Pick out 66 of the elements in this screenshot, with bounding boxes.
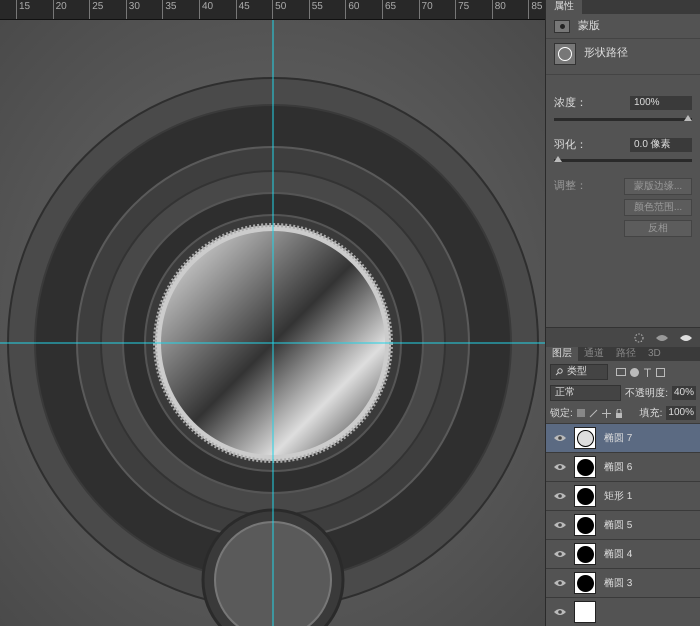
layer-thumbnail xyxy=(574,456,596,478)
slider-label: 浓度： xyxy=(554,96,587,111)
slider-thumb[interactable] xyxy=(684,114,692,120)
layer-name: 矩形 1 xyxy=(604,490,632,504)
shape-filter-icon[interactable] xyxy=(656,368,665,376)
image-filter-icon[interactable] xyxy=(616,368,626,376)
slider-thumb[interactable] xyxy=(554,156,562,162)
panel-tab[interactable]: 3D xyxy=(642,347,667,361)
layer-row[interactable]: 椭圆 3 xyxy=(546,568,700,597)
ruler-label: 60 xyxy=(347,0,360,14)
layer-thumbnail xyxy=(574,485,596,507)
mask-label: 蒙版 xyxy=(578,18,600,34)
shape-path-icon[interactable] xyxy=(554,42,576,64)
value-field[interactable]: 100% xyxy=(630,96,692,110)
fill-label: 填充: xyxy=(640,406,662,420)
ruler-label: 45 xyxy=(238,0,250,14)
ruler-label: 25 xyxy=(91,0,104,14)
layer-row[interactable]: 椭圆 5 xyxy=(546,510,700,539)
ruler-label: 20 xyxy=(54,0,67,14)
shape-path-label: 形状路径 xyxy=(584,46,628,62)
mask-icon[interactable] xyxy=(554,20,570,32)
ruler-label: 70 xyxy=(420,0,433,14)
layer-row[interactable]: 椭圆 7 xyxy=(546,423,700,452)
layer-thumbnail xyxy=(574,572,596,594)
layer-thumbnail xyxy=(574,601,596,623)
search-icon xyxy=(555,368,563,376)
layer-name: 椭圆 3 xyxy=(604,576,632,590)
layer-name: 椭圆 6 xyxy=(604,460,632,474)
adjustment-filter-icon[interactable] xyxy=(630,368,639,376)
type-filter-icon[interactable] xyxy=(643,368,652,376)
lock-label: 锁定: xyxy=(550,406,573,420)
ruler-label: 80 xyxy=(494,0,506,14)
layer-name: 椭圆 4 xyxy=(604,548,632,562)
filter-dropdown[interactable]: 类型 xyxy=(550,364,608,380)
value-field[interactable]: 0.0 像素 xyxy=(630,138,692,152)
filter-label: 类型 xyxy=(567,365,587,379)
slider-label: 羽化： xyxy=(554,138,587,152)
lock-icon[interactable] xyxy=(614,408,623,418)
layer-row[interactable]: 椭圆 6 xyxy=(546,452,700,481)
adjust-label: 调整： xyxy=(554,179,587,194)
panel-tab[interactable]: 通道 xyxy=(578,347,610,361)
layer-thumbnail xyxy=(574,514,596,536)
ruler-label: 50 xyxy=(274,0,286,14)
opacity-label: 不透明度: xyxy=(625,386,668,400)
layer-name: 椭圆 5 xyxy=(604,518,632,532)
fill-field[interactable]: 100% xyxy=(666,406,696,420)
ruler-label: 35 xyxy=(164,0,176,14)
layer-name: 椭圆 7 xyxy=(604,432,632,446)
ruler-label: 30 xyxy=(128,0,140,14)
move-icon[interactable] xyxy=(602,408,611,418)
ruler-label: 75 xyxy=(457,0,470,14)
layer-thumbnail xyxy=(574,543,596,565)
ruler-label: 15 xyxy=(18,0,30,14)
panel-tab[interactable]: 图层 xyxy=(546,347,578,361)
layer-row[interactable]: 椭圆 4 xyxy=(546,539,700,568)
layer-thumbnail xyxy=(574,427,596,449)
panel-tab[interactable]: 属性 xyxy=(546,0,582,14)
layer-row[interactable]: 矩形 1 xyxy=(546,481,700,510)
opacity-field[interactable]: 40% xyxy=(672,386,696,400)
blend-mode-dropdown[interactable]: 正常 xyxy=(550,385,622,401)
selection-icon[interactable] xyxy=(634,332,644,342)
ruler-label: 65 xyxy=(384,0,396,14)
ruler-label: 40 xyxy=(200,0,214,14)
panel-tab[interactable]: 路径 xyxy=(610,347,642,361)
ruler-label: 85 xyxy=(530,0,542,14)
ruler-label: 55 xyxy=(310,0,323,14)
